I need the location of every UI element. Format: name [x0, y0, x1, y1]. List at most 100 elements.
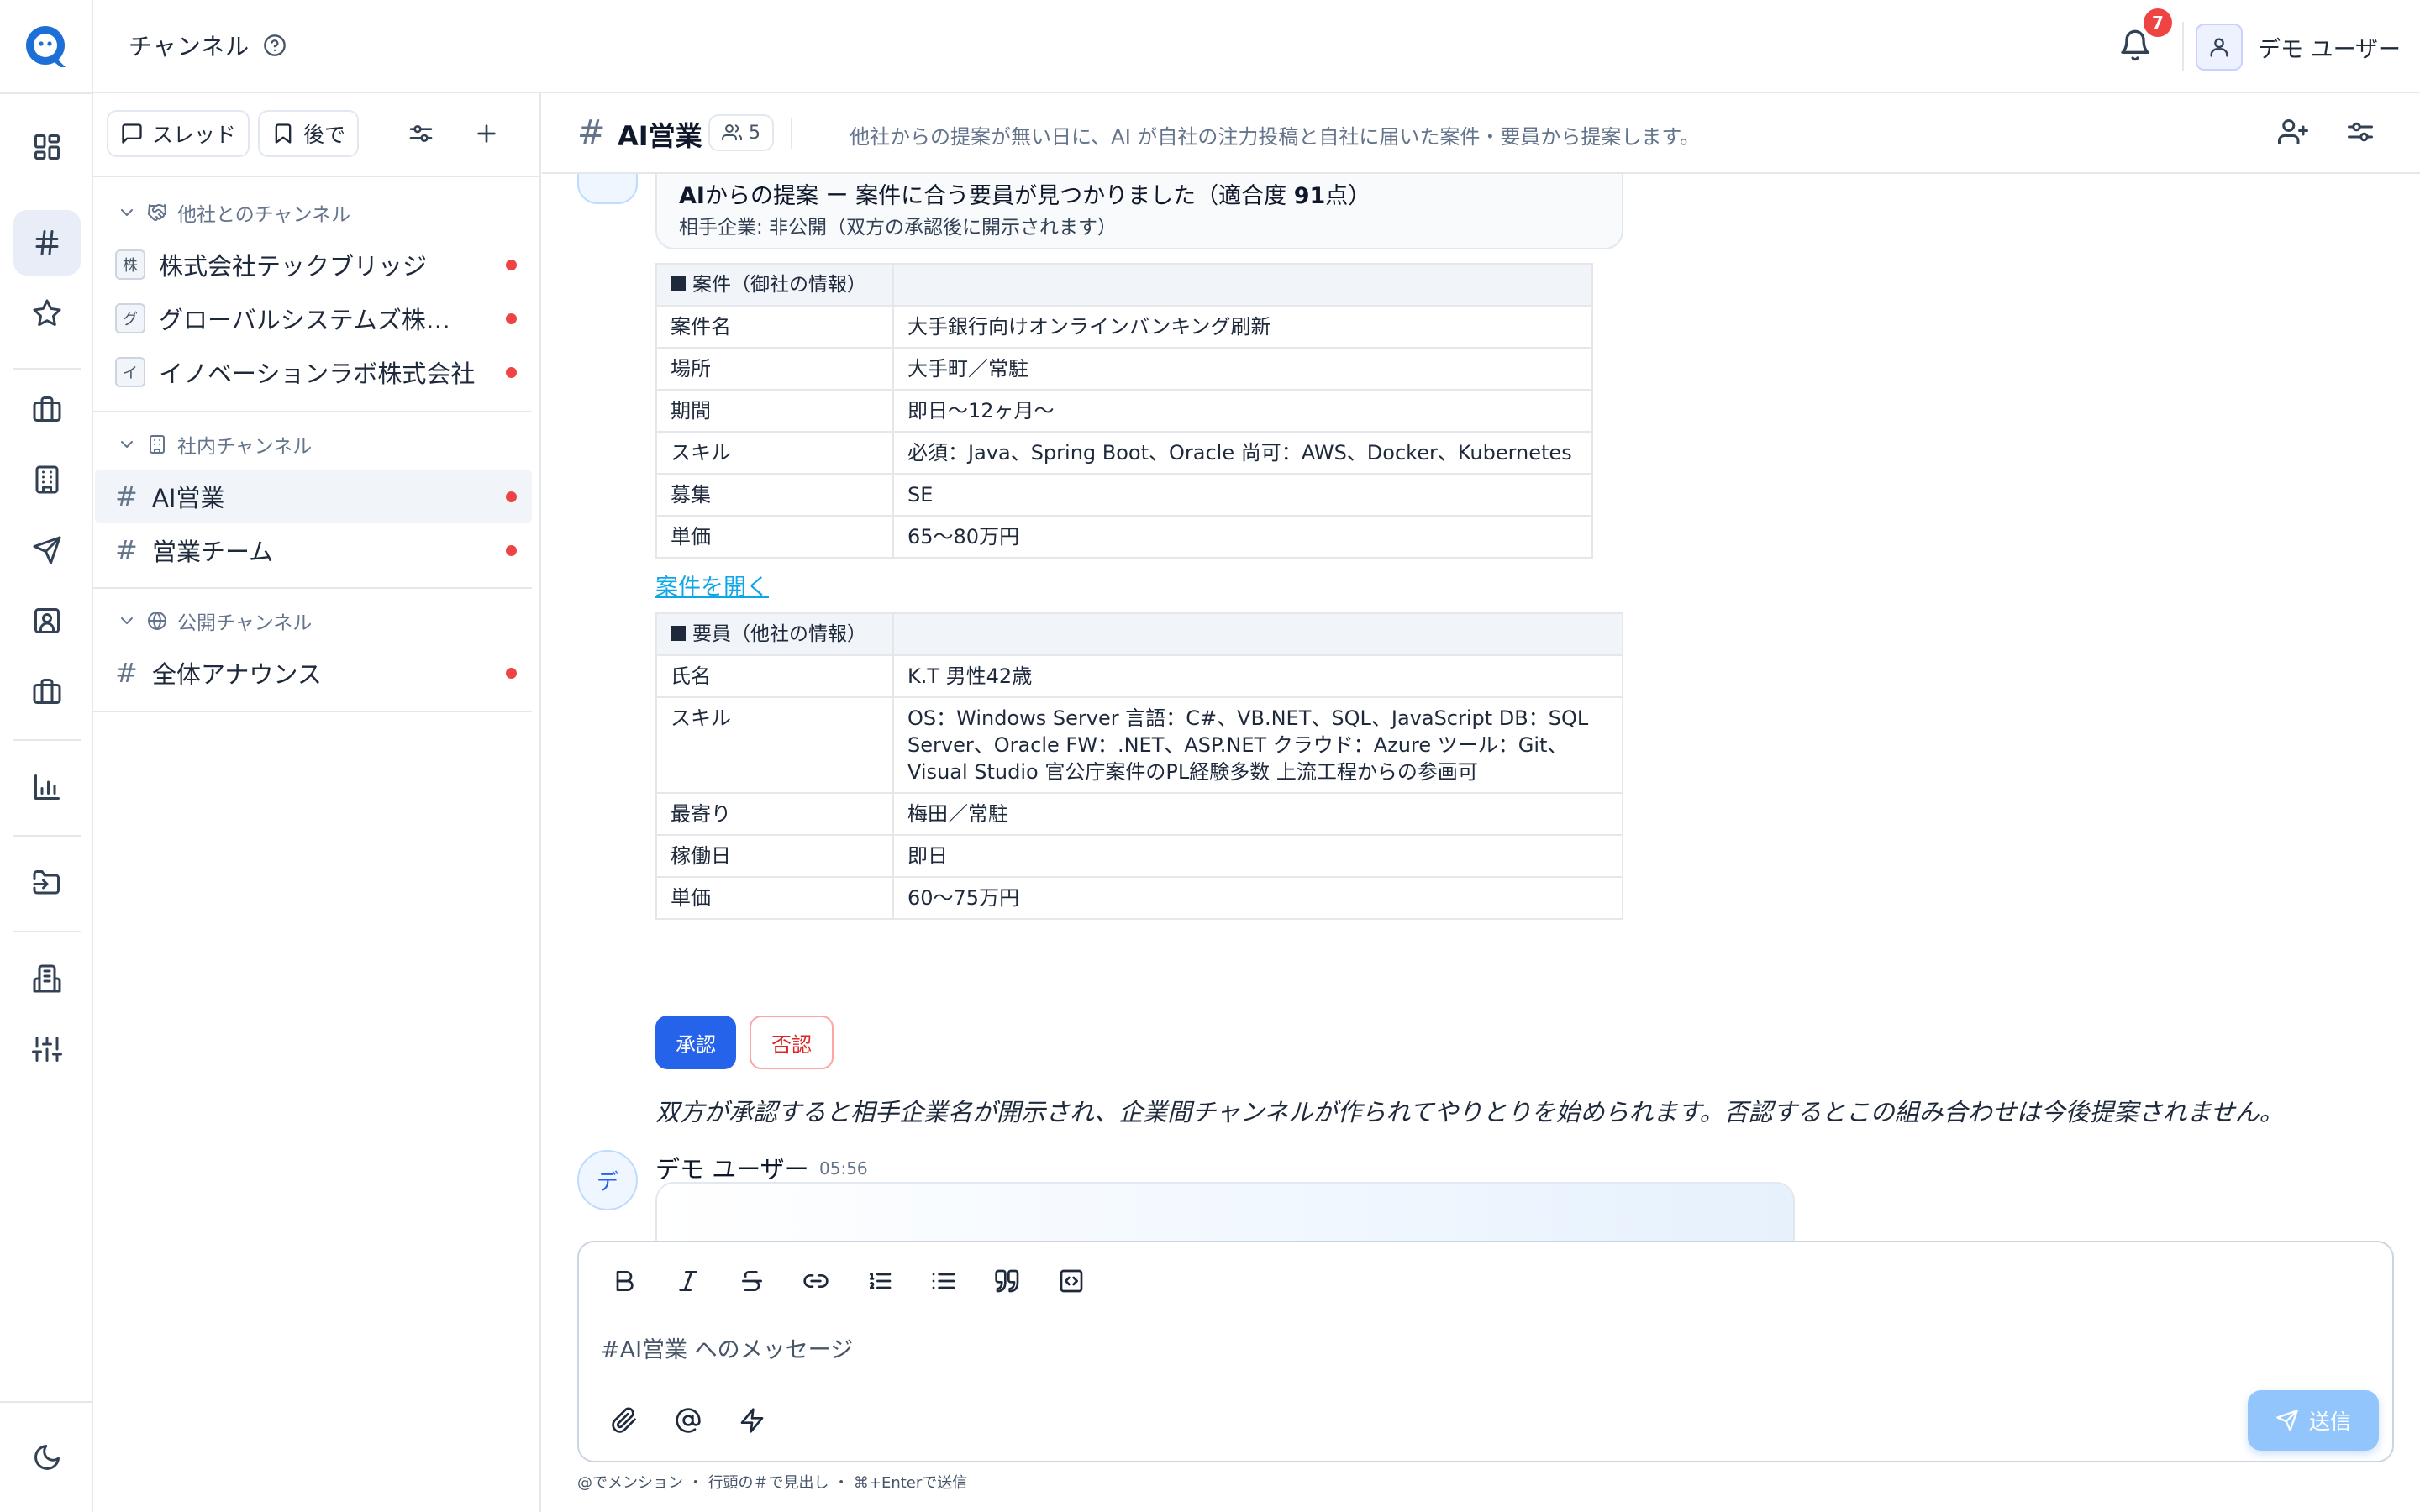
table-row: 単価 60〜75万円 [655, 876, 1623, 920]
dashboard-nav-button[interactable] [13, 114, 81, 180]
unread-dot [506, 491, 517, 502]
ordered-list-button[interactable] [866, 1268, 897, 1298]
quote-icon [995, 1269, 1019, 1293]
reject-button[interactable]: 否認 [750, 1016, 834, 1069]
staff-nav-button[interactable] [13, 588, 81, 654]
briefcase-icon [33, 396, 61, 422]
channel-item-ai-sales[interactable]: # AI営業 [95, 470, 532, 523]
add-member-button[interactable] [2278, 117, 2312, 150]
code-block-button[interactable] [1058, 1268, 1088, 1298]
open-project-link[interactable]: 案件を開く [655, 569, 769, 601]
page-title: チャンネル [129, 33, 250, 60]
channel-item-globalsystems[interactable]: グ グローバルシステムズ株式会社 [95, 291, 532, 345]
globe-icon [148, 612, 166, 630]
italic-button[interactable] [675, 1268, 705, 1298]
sidebar-toolbar: スレッド 後で [93, 93, 539, 177]
bell-icon[interactable] [2118, 29, 2152, 62]
bold-icon [616, 1271, 634, 1291]
quote-button[interactable] [994, 1268, 1024, 1298]
at-sign-icon [676, 1408, 701, 1433]
channel-item-techbridge[interactable]: 株 株式会社テックブリッジ [95, 238, 532, 291]
building-icon [150, 435, 165, 454]
help-icon[interactable] [263, 34, 287, 57]
table-row: 期間 即日〜12ヶ月〜 [655, 389, 1593, 433]
approve-button[interactable]: 承認 [655, 1016, 736, 1069]
channel-label: グローバルシステムズ株式会社 [159, 306, 471, 334]
sliders-icon [2348, 122, 2373, 142]
chevron-down-icon [121, 209, 133, 216]
message-input[interactable] [601, 1331, 2281, 1368]
paperclip-icon [612, 1407, 636, 1433]
message-author[interactable]: デモ ユーザー [655, 1150, 809, 1185]
hash-icon: # [577, 113, 606, 152]
channel-item-announcements[interactable]: # 全体アナウンス [95, 646, 532, 700]
table-row: スキル 必須：Java、Spring Boot、Oracle 尚可：AWS、Doc… [655, 431, 1593, 475]
strikethrough-button[interactable] [739, 1268, 769, 1298]
star-icon [33, 299, 61, 326]
section-internal-channels[interactable]: 社内チャンネル [117, 428, 312, 461]
bullet-list-button[interactable] [930, 1268, 960, 1298]
channel-item-innovationlab[interactable]: イ イノベーションラボ株式会社 [95, 345, 532, 399]
channel-label: AI営業 [152, 484, 225, 512]
section-public-channels[interactable]: 公開チャンネル [117, 604, 312, 638]
add-channel-button[interactable] [473, 120, 500, 147]
settings-nav-button[interactable] [13, 1016, 81, 1082]
table-row: 最寄り 梅田／常駐 [655, 792, 1623, 836]
unread-dot [506, 260, 517, 270]
composer-hint: @でメンション ・ 行頭の＃で見出し ・ ⌘+Enterで送信 [577, 1474, 968, 1492]
bar-chart-icon [34, 774, 60, 800]
channel-main: # AI営業 5 他社からの提案が無い日に、AI が自社の注力投稿と自社に届いた… [542, 93, 2420, 1512]
user-avatar[interactable] [2196, 24, 2243, 71]
sliders-icon [32, 1037, 62, 1062]
send-nav-button[interactable] [13, 517, 81, 583]
favorites-nav-button[interactable] [13, 281, 81, 346]
filter-button[interactable] [408, 120, 434, 147]
user-name[interactable]: デモ ユーザー [2258, 31, 2401, 64]
send-button[interactable]: 送信 [2248, 1390, 2379, 1451]
code-block-icon [1060, 1269, 1083, 1293]
channel-header: # AI営業 5 他社からの提案が無い日に、AI が自社の注力投稿と自社に届いた… [542, 93, 2420, 174]
attach-file-button[interactable] [611, 1407, 641, 1437]
contact-card-icon [34, 608, 60, 633]
channel-initial-badge: 株 [115, 249, 145, 280]
members-button[interactable]: 5 [708, 114, 774, 151]
plus-icon [477, 124, 496, 143]
hash-icon [35, 230, 59, 255]
channels-nav-button[interactable] [13, 210, 81, 276]
send-icon [2276, 1410, 2298, 1431]
later-button[interactable]: 後で [258, 110, 360, 157]
organization-nav-button[interactable] [13, 946, 81, 1011]
section-external-channels[interactable]: 他社とのチャンネル [117, 196, 350, 229]
link-button[interactable] [802, 1268, 833, 1298]
table-row: スキル OS：Windows Server 言語：C#、VB.NET、SQL、Ja… [655, 696, 1623, 794]
message-list[interactable]: AIからの提案 ー 案件に合う要員が見つかりました（適合度 91点） 相手企業:… [542, 174, 2420, 1325]
member-count: 5 [749, 122, 760, 144]
notification-count-badge: 7 [2144, 8, 2172, 37]
threads-button[interactable]: スレッド [107, 110, 250, 157]
bookmark-icon [275, 123, 292, 144]
unread-dot [506, 313, 517, 324]
table-row: 場所 大手町／常駐 [655, 347, 1593, 391]
avatar[interactable]: デ [577, 1150, 638, 1210]
bold-button[interactable] [611, 1268, 641, 1298]
app-logo-icon[interactable] [24, 24, 71, 71]
table-header: 案件（御社の情報） [655, 263, 894, 307]
deals-nav-button[interactable] [13, 659, 81, 724]
companies-nav-button[interactable] [13, 447, 81, 512]
staff-info-table: 要員（他社の情報） 氏名 K.T 男性42歳 スキル OS：Windows Serv… [655, 612, 1623, 920]
import-nav-button[interactable] [13, 850, 81, 916]
quick-action-button[interactable] [739, 1407, 769, 1437]
table-row: 稼働日 即日 [655, 834, 1623, 878]
analytics-nav-button[interactable] [13, 754, 81, 820]
channel-settings-button[interactable] [2345, 117, 2379, 150]
projects-nav-button[interactable] [13, 376, 81, 442]
channel-item-sales-team[interactable]: # 営業チーム [95, 523, 532, 577]
ordered-list-icon [870, 1273, 892, 1289]
chevron-down-icon [121, 617, 133, 624]
channel-initial-badge: イ [115, 357, 145, 387]
theme-toggle-button[interactable] [13, 1425, 81, 1490]
message-square-icon [122, 123, 142, 144]
office-building-icon [33, 964, 61, 993]
user-icon [2210, 38, 2228, 57]
mention-button[interactable] [675, 1407, 705, 1437]
